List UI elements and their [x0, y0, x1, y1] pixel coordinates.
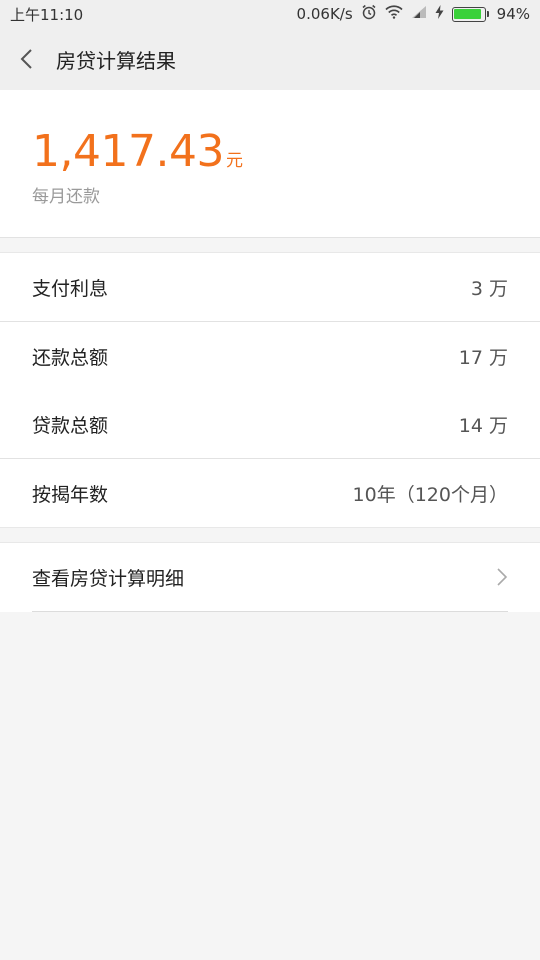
- stat-value: 3 万: [470, 277, 508, 300]
- status-time: 上午11:10: [10, 5, 84, 24]
- chevron-left-icon[interactable]: [18, 48, 36, 70]
- wifi-icon: [385, 5, 403, 23]
- divider: [32, 611, 508, 612]
- monthly-payment-card: 1,417.43 元 每月还款: [0, 90, 540, 238]
- stat-value: 14 万: [458, 414, 508, 437]
- stat-label: 支付利息: [32, 277, 109, 300]
- view-detail-label: 查看房贷计算明细: [32, 567, 185, 590]
- stat-row-interest: 支付利息 3 万: [0, 253, 540, 321]
- page-title: 房贷计算结果: [56, 48, 176, 73]
- battery-icon: [451, 6, 489, 22]
- currency-unit: 元: [225, 151, 243, 171]
- battery-percent: 94%: [496, 5, 530, 23]
- stat-label: 还款总额: [32, 346, 109, 369]
- stat-label: 按揭年数: [32, 483, 109, 506]
- monthly-payment-amount: 1,417.43: [32, 126, 224, 177]
- signal-icon: [411, 5, 427, 23]
- detail-group: 查看房贷计算明细: [0, 542, 540, 612]
- stat-label: 贷款总额: [32, 414, 109, 437]
- loan-stats-group: 支付利息 3 万 还款总额 17 万 贷款总额 14 万 按揭年数 10年（12…: [0, 252, 540, 528]
- stat-value: 10年（120个月）: [352, 483, 508, 506]
- status-bar: 上午11:10 0.06K/s 94%: [0, 0, 540, 28]
- stat-value: 17 万: [458, 346, 508, 369]
- status-indicators: 0.06K/s 94%: [297, 4, 530, 24]
- amount-row: 1,417.43 元: [32, 130, 508, 174]
- chevron-right-icon: [496, 567, 508, 587]
- stat-row-years: 按揭年数 10年（120个月）: [0, 459, 540, 527]
- view-detail-button[interactable]: 查看房贷计算明细: [0, 543, 540, 611]
- charging-icon: [435, 5, 444, 23]
- stat-row-loan-total: 贷款总额 14 万: [0, 390, 540, 458]
- header: 房贷计算结果: [0, 28, 540, 90]
- monthly-payment-label: 每月还款: [32, 187, 100, 207]
- alarm-icon: [361, 4, 377, 24]
- network-speed: 0.06K/s: [296, 5, 353, 23]
- stat-row-total-repayment: 还款总额 17 万: [0, 322, 540, 390]
